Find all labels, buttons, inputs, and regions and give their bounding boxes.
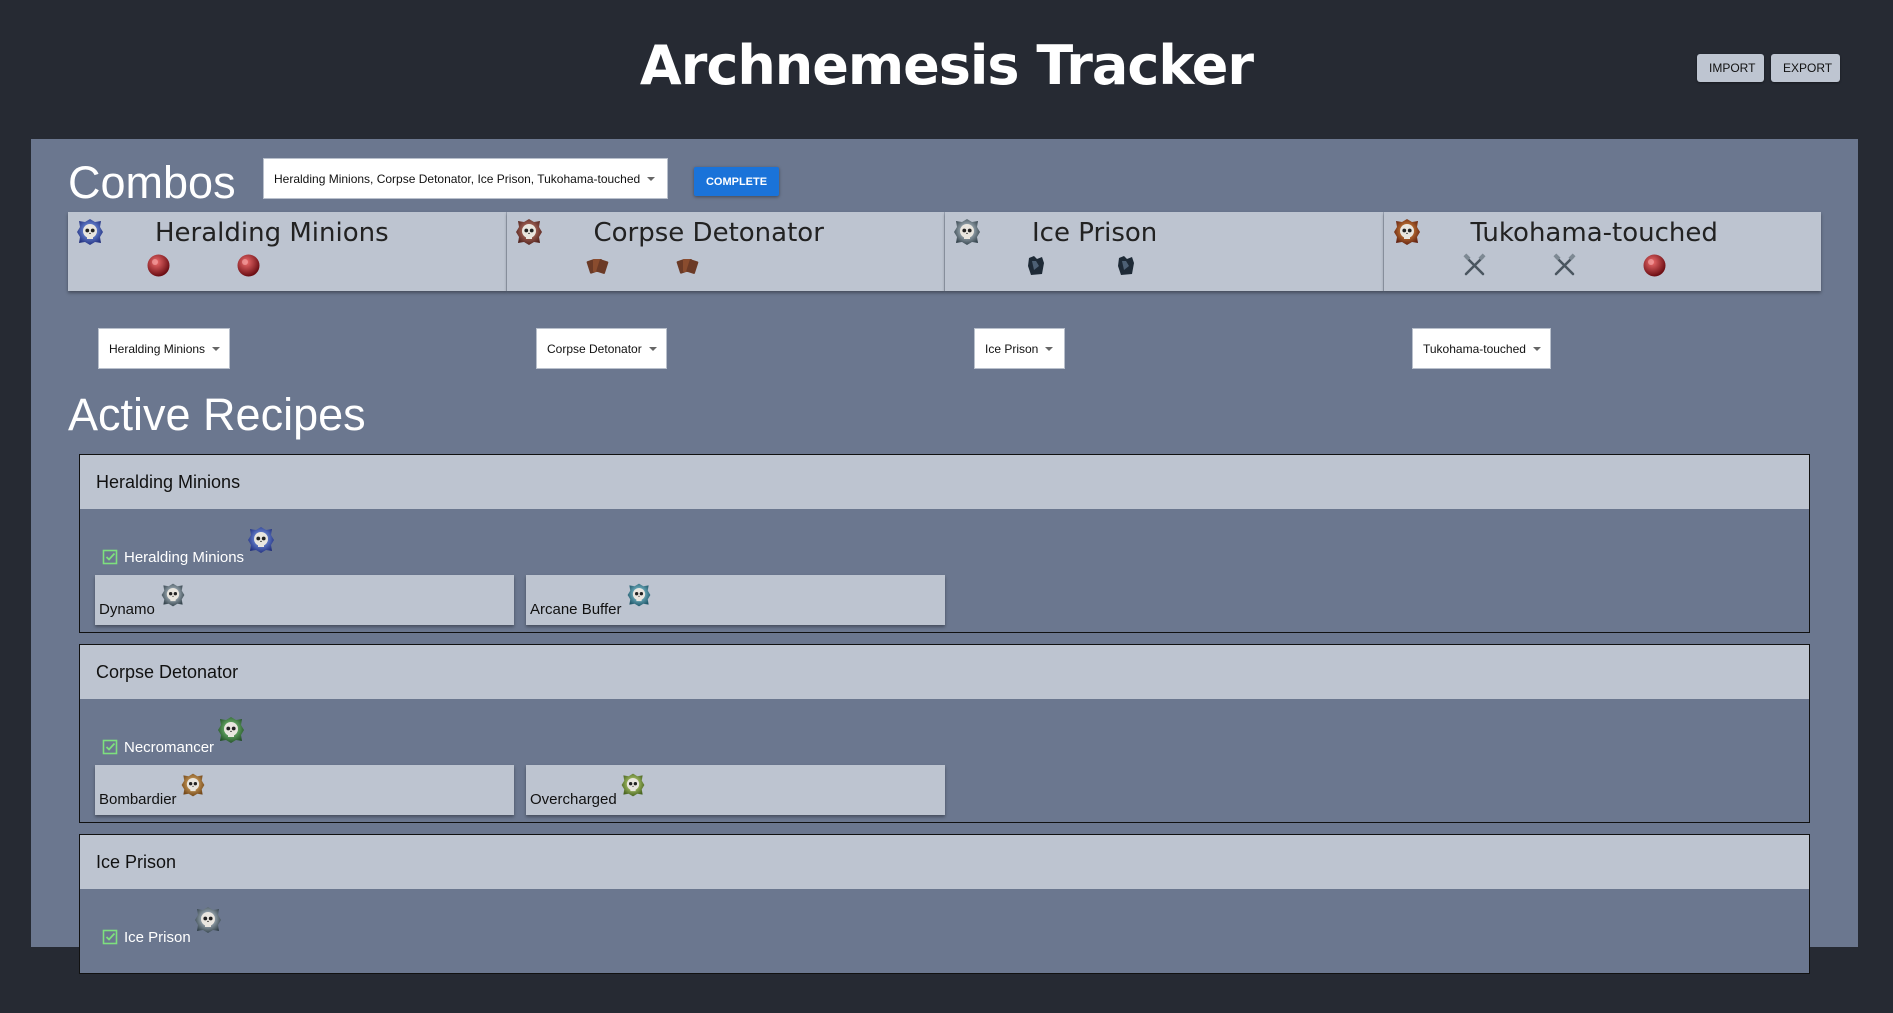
tukohama-touched-icon	[1393, 219, 1420, 245]
ingredient-name: Dynamo	[99, 601, 155, 618]
recipe-target: Heralding Minions	[102, 524, 277, 568]
combo-cards: Heralding Minions Corpse Detonator Ice P…	[68, 212, 1821, 291]
combo-name: Ice Prison	[1032, 218, 1158, 248]
combo-rewards	[584, 252, 701, 279]
recipe-target: Necromancer	[102, 714, 247, 758]
heralding-minions-icon	[77, 219, 103, 245]
checkbox-checked-icon[interactable]	[102, 549, 118, 565]
recipe-body: Necromancer Bombardier Overcharged	[80, 699, 1809, 823]
crossed-tools-icon	[1461, 252, 1488, 279]
ingredient-name: Arcane Buffer	[530, 601, 622, 618]
recipe-header[interactable]: Corpse Detonator	[80, 645, 1809, 699]
heralding-minions-icon	[248, 527, 275, 553]
combo-step-dropdown-value: Heralding Minions	[109, 341, 206, 356]
recipe-target-name: Heralding Minions	[124, 549, 245, 566]
ice-prison-icon	[194, 907, 221, 933]
ingredient-name: Overcharged	[530, 791, 617, 808]
dynamo-icon	[161, 583, 185, 607]
red-orb-icon	[235, 252, 262, 279]
combo-step-dropdown-value: Ice Prison	[985, 341, 1039, 356]
card-deck-icon	[674, 252, 701, 279]
checkbox-checked-icon[interactable]	[102, 739, 118, 755]
overcharged-icon	[621, 773, 645, 797]
combo-step-dropdown[interactable]: Ice Prison	[974, 328, 1065, 369]
recipe-target: Ice Prison	[102, 904, 224, 948]
armour-icon	[1112, 252, 1139, 279]
combo-card: Tukohama-touched	[1383, 212, 1821, 291]
recipe-body: Ice Prison	[80, 889, 1809, 1013]
ingredient-name: Bombardier	[99, 791, 177, 808]
checkbox-checked-icon[interactable]	[102, 929, 118, 945]
main-panel: Combos Heralding Minions, Corpse Detonat…	[31, 139, 1858, 974]
recipe-panel: Ice Prison Ice Prison	[79, 834, 1810, 974]
card-deck-icon	[584, 252, 611, 279]
necromancer-icon	[218, 717, 245, 743]
recipe-target-name: Necromancer	[124, 739, 215, 756]
combo-dropdown-value: Heralding Minions, Corpse Detonator, Ice…	[274, 171, 641, 186]
armour-icon	[1022, 252, 1049, 279]
recipe-panel: Heralding Minions Heralding Minions Dyna…	[79, 454, 1810, 633]
combo-step-dropdown-value: Corpse Detonator	[547, 341, 642, 356]
recipe-header[interactable]: Heralding Minions	[80, 455, 1809, 509]
recipe-header[interactable]: Ice Prison	[80, 835, 1809, 889]
recipe-target-name: Ice Prison	[124, 929, 191, 946]
combo-step-dropdown-value: Tukohama-touched	[1423, 341, 1526, 356]
app-title: Archnemesis Tracker	[639, 34, 1254, 97]
caret-down-icon	[648, 346, 657, 351]
recipe-panel: Corpse Detonator Necromancer Bombardier …	[79, 644, 1810, 823]
recipe-body: Heralding Minions Dynamo Arcane Buffer	[80, 509, 1809, 633]
corpse-detonator-icon	[515, 219, 542, 245]
complete-button[interactable]: COMPLETE	[694, 167, 779, 196]
combo-rewards	[1461, 252, 1668, 279]
combo-name: Heralding Minions	[155, 218, 389, 248]
combo-name: Tukohama-touched	[1470, 218, 1718, 248]
ingredient-card[interactable]: Overcharged	[526, 765, 945, 815]
caret-down-icon	[212, 346, 221, 351]
bombardier-icon	[181, 773, 205, 797]
combo-step-dropdown[interactable]: Heralding Minions	[98, 328, 230, 369]
combo-step-dropdown[interactable]: Tukohama-touched	[1412, 328, 1551, 369]
ingredient-card[interactable]: Arcane Buffer	[526, 575, 945, 625]
red-orb-icon	[145, 252, 172, 279]
active-recipes-title: Active Recipes	[68, 389, 366, 440]
caret-down-icon	[647, 176, 656, 181]
export-button[interactable]: EXPORT	[1771, 54, 1840, 82]
crossed-tools-icon	[1551, 252, 1578, 279]
combo-rewards	[145, 252, 262, 279]
ingredient-card[interactable]: Dynamo	[95, 575, 514, 625]
caret-down-icon	[1045, 346, 1054, 351]
import-button[interactable]: IMPORT	[1697, 54, 1764, 82]
ingredient-card[interactable]: Bombardier	[95, 765, 514, 815]
combo-card: Ice Prison	[945, 212, 1384, 291]
combo-card: Heralding Minions	[68, 212, 507, 291]
caret-down-icon	[1532, 346, 1541, 351]
combo-name: Corpse Detonator	[593, 218, 824, 248]
combo-rewards	[1022, 252, 1139, 279]
combo-card: Corpse Detonator	[506, 212, 945, 291]
red-orb-icon	[1641, 252, 1668, 279]
combo-step-dropdown[interactable]: Corpse Detonator	[536, 328, 667, 369]
arcane-buffer-icon	[627, 583, 651, 607]
ice-prison-icon	[954, 219, 980, 245]
combo-dropdown[interactable]: Heralding Minions, Corpse Detonator, Ice…	[263, 158, 668, 199]
combos-title: Combos	[68, 157, 236, 208]
